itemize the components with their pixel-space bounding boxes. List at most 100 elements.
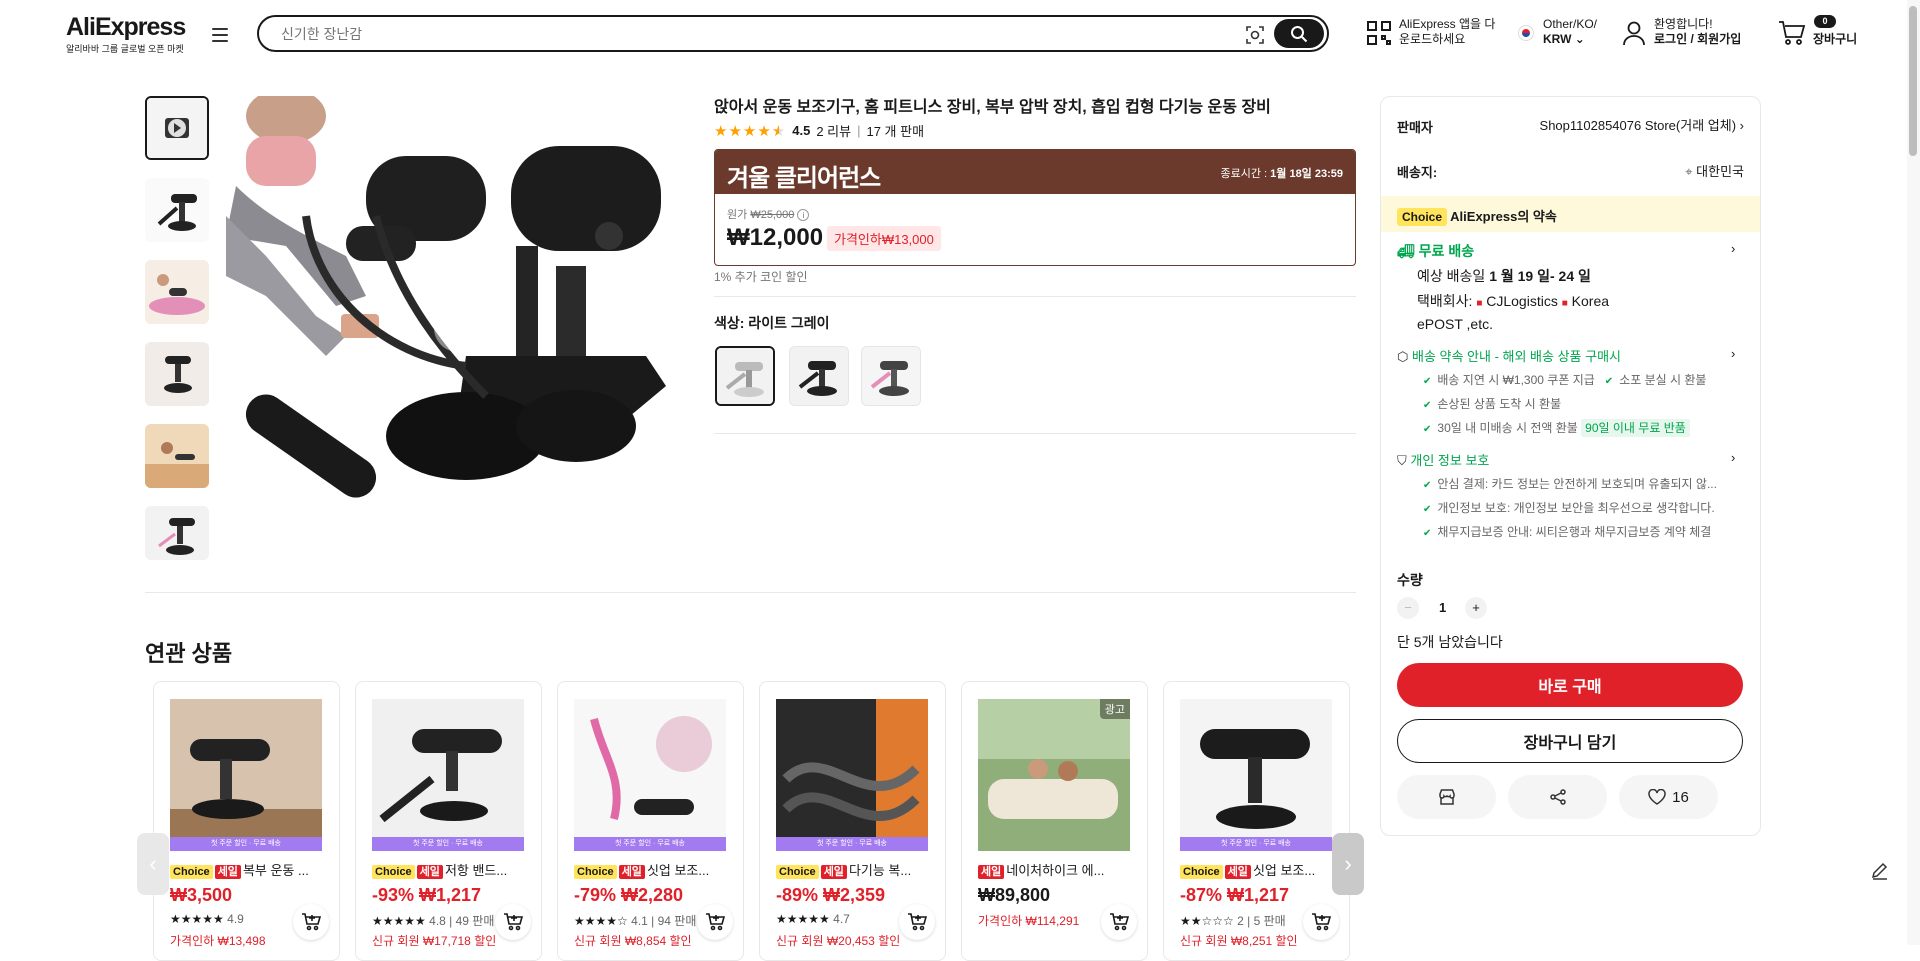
product-card[interactable]: 첫 주문 할인 · 무료 배송 Choice 세일 다기능 복... -89% ₩2… (759, 681, 946, 961)
product-card[interactable]: 첫 주문 할인 · 무료 배송 Choice 세일 복부 운동 ... ₩3,500… (153, 681, 340, 961)
add-to-cart-icon[interactable] (495, 904, 531, 940)
add-to-cart-icon[interactable] (293, 904, 329, 940)
image-search-icon[interactable] (1245, 25, 1265, 45)
product-price: -79% ₩2,280 (574, 885, 684, 905)
product-name: Choice 세일 저항 밴드... (372, 860, 532, 879)
check-icon: ✔ (1423, 376, 1432, 387)
edit-feedback-icon[interactable] (1870, 860, 1890, 885)
product-thumbnail: 광고 (978, 699, 1130, 851)
thumbnail-image[interactable] (145, 178, 209, 242)
product-name: 세일 네이처하이크 에... (978, 860, 1138, 879)
truck-icon: 🚚︎ (1397, 243, 1415, 259)
sale-price: ₩12,000 (727, 224, 824, 251)
product-thumbnail: 첫 주문 할인 · 무료 배송 (170, 699, 322, 851)
original-price: 원가 ₩25,000 i (727, 206, 810, 222)
search-bar (257, 15, 1329, 52)
share-icon (1549, 789, 1566, 805)
thumbnail-image[interactable] (145, 424, 209, 488)
promo-title: 겨울 클리어런스 (727, 165, 881, 192)
product-card[interactable]: 첫 주문 할인 · 무료 배송 Choice 세일 저항 밴드... -93% ₩1… (355, 681, 542, 961)
promo-banner: 겨울 클리어런스 종료시간 : 1월 18일 23:59 (715, 150, 1355, 194)
product-promo-note: 신규 회원 ₩8,251 할인 (1180, 934, 1298, 948)
estimated-delivery: 예상 배송일 1 월 19 일- 24 일 (1417, 268, 1591, 284)
region-currency-selector[interactable]: Other/KO/ KRW ⌄ (1543, 17, 1597, 47)
thumbnail-image[interactable] (145, 506, 209, 560)
choice-badge: Choice (1397, 208, 1448, 226)
menu-icon[interactable] (212, 28, 228, 42)
quantity-value[interactable]: 1 (1439, 600, 1446, 615)
product-rating: ★★★★☆ 4.1 | 94 판매 (574, 914, 697, 928)
product-thumbnail: 첫 주문 할인 · 무료 배송 (372, 699, 524, 851)
stock-note: 단 5개 남았습니다 (1397, 634, 1503, 650)
cart-icon[interactable] (1778, 20, 1806, 51)
scrollbar-thumb[interactable] (1909, 6, 1917, 156)
add-to-cart-icon[interactable] (697, 904, 733, 940)
coin-discount-note: 1% 추가 코인 할인 (714, 270, 808, 284)
wishlist-count: 16 (1672, 788, 1689, 806)
seller-link[interactable]: Shop1102854076 Store(거래 업체) › (1512, 115, 1744, 134)
wishlist-button[interactable]: 16 (1619, 775, 1718, 819)
review-count[interactable]: 2 리뷰 (816, 121, 851, 140)
product-price: ₩89,800 (978, 885, 1051, 905)
product-promo-note: 신규 회원 ₩8,854 할인 (574, 934, 692, 948)
add-to-cart-icon[interactable] (1101, 904, 1137, 940)
check-icon: ✔ (1604, 376, 1614, 387)
product-card[interactable]: 첫 주문 할인 · 무료 배송 Choice 세일 싯업 보조... -79% ₩2… (557, 681, 744, 961)
buy-now-button[interactable]: 바로 구매 (1397, 663, 1743, 707)
product-card[interactable]: 첫 주문 할인 · 무료 배송 Choice 세일 싯업 보조... -87% ₩1… (1163, 681, 1350, 961)
quantity-decrease-button[interactable]: − (1397, 597, 1419, 619)
privacy-row[interactable]: ⛉ 개인 정보 보호 (1397, 450, 1489, 469)
account-login-link[interactable]: 환영합니다! 로그인 / 회원가입 (1654, 17, 1741, 47)
user-icon[interactable] (1622, 20, 1646, 51)
add-to-cart-icon[interactable] (899, 904, 935, 940)
rating-row[interactable]: ★★★★★ 4.5 2 리뷰 | 17 개 판매 (714, 121, 924, 140)
product-rating: ★★☆☆☆ 2 | 5 판매 (1180, 914, 1286, 928)
store-button[interactable] (1397, 775, 1496, 819)
thumbnail-video[interactable] (145, 96, 209, 160)
color-swatch-black[interactable] (789, 346, 849, 406)
qr-code-icon[interactable] (1366, 20, 1392, 51)
chevron-right-icon[interactable]: › (1731, 346, 1735, 361)
chevron-right-icon[interactable]: › (1731, 241, 1735, 256)
chevron-down-icon: ⌄ (1574, 32, 1585, 46)
search-button[interactable] (1274, 19, 1324, 48)
info-icon[interactable]: i (797, 209, 810, 221)
product-promo-note: 신규 회원 ₩17,718 할인 (372, 934, 497, 948)
check-icon: ✔ (1423, 480, 1432, 491)
color-swatch-light-gray[interactable] (715, 346, 775, 406)
logo-subtitle: 알리바바 그룹 글로벌 오픈 마켓 (66, 44, 184, 54)
product-promo-note: 신규 회원 ₩20,453 할인 (776, 934, 901, 948)
color-swatch-pink[interactable] (861, 346, 921, 406)
free-shipping-row[interactable]: 🚚︎ 무료 배송 (1397, 241, 1474, 261)
product-thumbnail: 첫 주문 할인 · 무료 배송 (776, 699, 928, 851)
product-rating: ★★★★★ 4.7 (776, 912, 850, 926)
divider (145, 592, 1356, 593)
thumbnail-image[interactable] (145, 260, 209, 324)
share-button[interactable] (1508, 775, 1607, 819)
product-card[interactable]: 광고 세일 네이처하이크 에... ₩89,800 가격인하 ₩114,291 (961, 681, 1148, 961)
product-thumbnail: 첫 주문 할인 · 무료 배송 (574, 699, 726, 851)
add-to-cart-icon[interactable] (1303, 904, 1339, 940)
aliexpress-logo[interactable]: AliExpress (66, 13, 186, 42)
carousel-prev-button[interactable]: ‹ (137, 833, 169, 895)
chevron-right-icon[interactable]: › (1731, 450, 1735, 465)
add-to-cart-button[interactable]: 장바구니 담기 (1397, 719, 1743, 763)
product-price: -87% ₩1,217 (1180, 885, 1290, 905)
ship-to-selector[interactable]: ⌖ 대한민국 (1604, 161, 1744, 180)
cart-label[interactable]: 장바구니 (1813, 32, 1857, 47)
related-products-title: 연관 상품 (145, 641, 233, 666)
thumbnail-image[interactable] (145, 342, 209, 406)
search-input[interactable] (281, 23, 1181, 45)
product-thumbnail: 첫 주문 할인 · 무료 배송 (1180, 699, 1332, 851)
divider (714, 296, 1356, 297)
quantity-increase-button[interactable]: + (1465, 597, 1487, 619)
carousel-next-button[interactable]: › (1332, 833, 1364, 895)
korea-flag-icon (1518, 25, 1534, 41)
check-icon: ✔ (1423, 424, 1432, 435)
main-product-image[interactable] (226, 96, 690, 560)
ad-badge: 광고 (1099, 699, 1130, 719)
product-price: -93% ₩1,217 (372, 885, 482, 905)
app-download-link[interactable]: AliExpress 앱을 다 운로드하세요 (1399, 17, 1495, 47)
delivery-guarantee-row[interactable]: ⬡ 배송 약속 안내 - 해외 배송 상품 구매시 (1397, 346, 1621, 365)
location-pin-icon: ⌖ (1685, 164, 1693, 179)
